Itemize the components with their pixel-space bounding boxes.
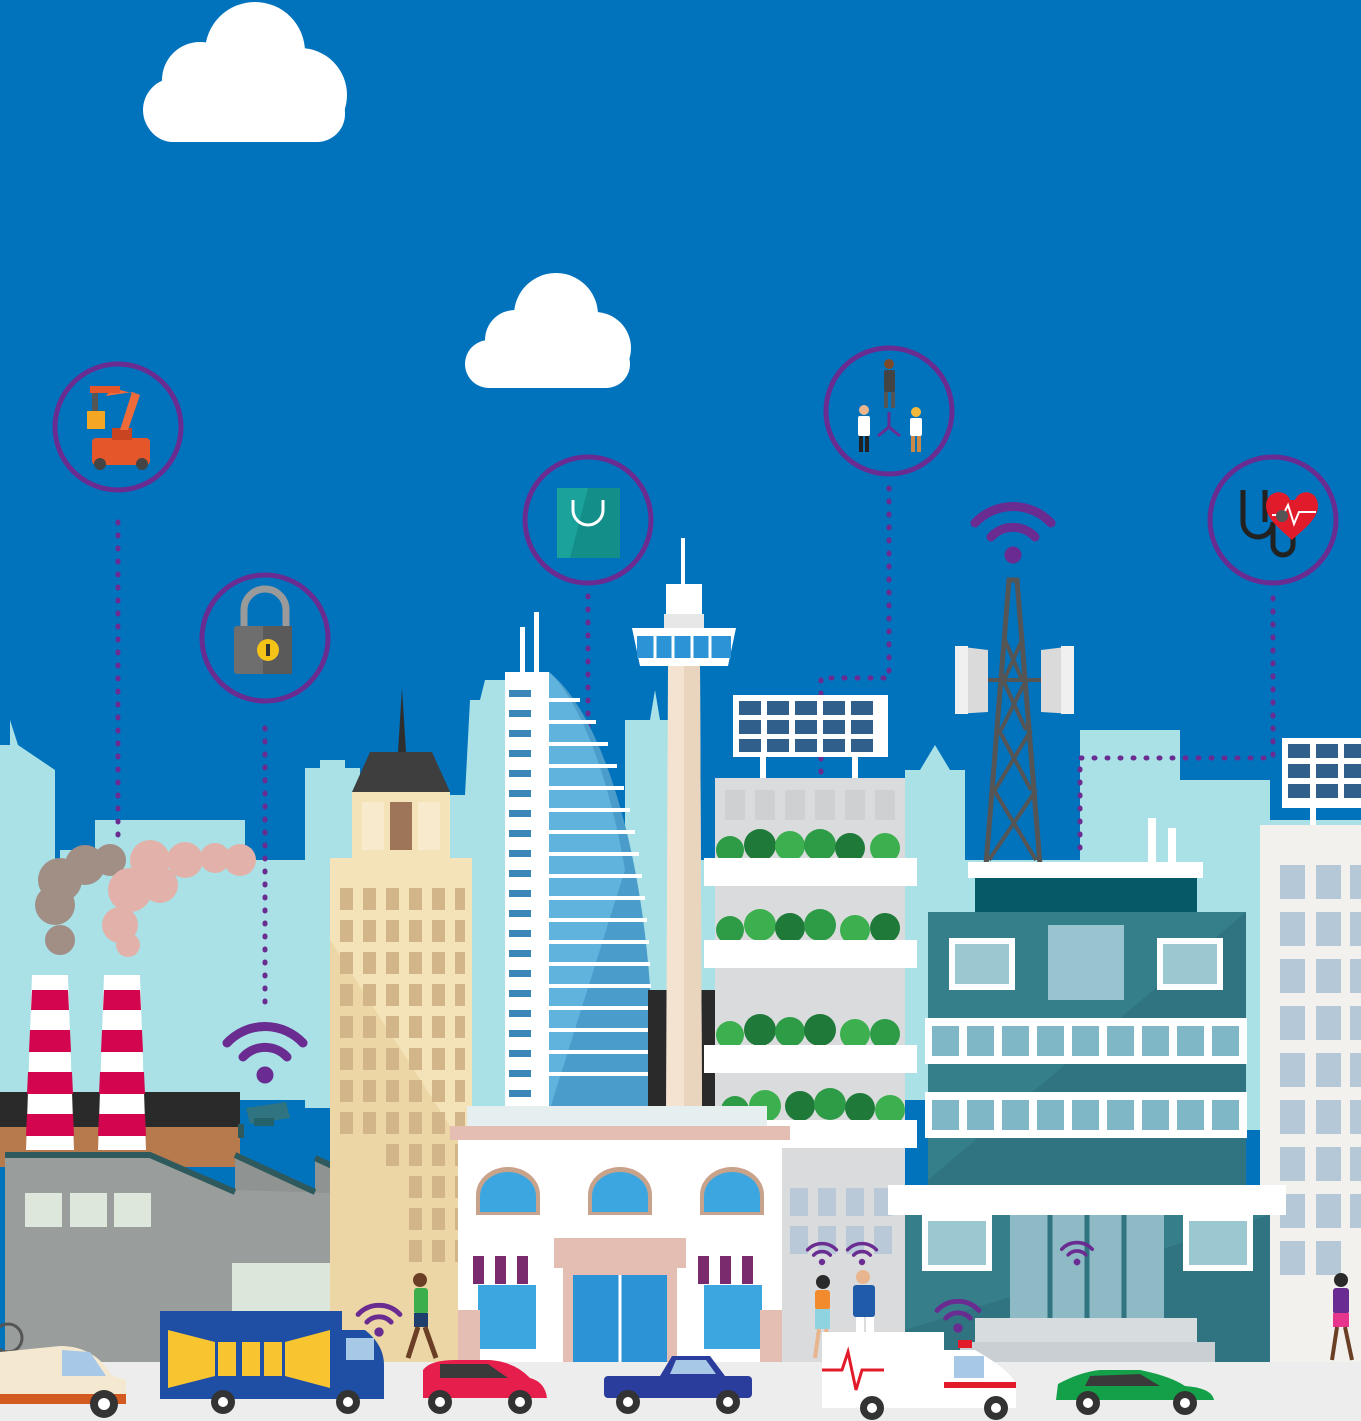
chimney-right [98,975,146,1150]
retail-shop [450,1106,790,1368]
shop-arched-windows [476,1167,764,1215]
garden-terrace-1 [704,829,917,886]
smart-city-illustration [0,0,1361,1421]
teal-building-window-band-1 [925,1018,1247,1064]
chimney-left [26,975,74,1150]
shopping-bag-icon [557,488,620,558]
white-office-building [1260,738,1361,1365]
teal-building-window-band-2 [925,1092,1247,1138]
